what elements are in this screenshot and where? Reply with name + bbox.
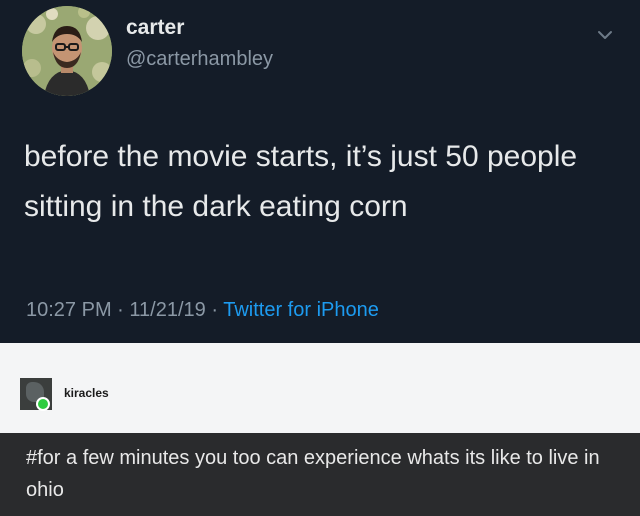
online-status-icon	[36, 397, 50, 411]
reply-username[interactable]: kiracles	[64, 386, 109, 400]
tweet-time[interactable]: 10:27 PM	[26, 299, 112, 321]
tweet-meta: 10:27 PM · 11/21/19 · Twitter for iPhone	[26, 299, 379, 322]
reply-section: kiracles #for a few minutes you too can …	[0, 343, 640, 516]
tweet-date[interactable]: 11/21/19	[129, 299, 205, 321]
meta-separator: ·	[211, 299, 219, 321]
chevron-down-icon[interactable]	[596, 26, 614, 44]
tweet-text: before the movie starts, it’s just 50 pe…	[24, 140, 578, 223]
avatar[interactable]	[22, 6, 112, 96]
tweet-source-link[interactable]: Twitter for iPhone	[223, 299, 379, 321]
display-name[interactable]: carter	[126, 16, 184, 40]
reply-text: #for a few minutes you too can experienc…	[0, 433, 640, 516]
user-handle[interactable]: @carterhambley	[126, 48, 273, 71]
reply-header: kiracles	[0, 343, 640, 433]
meta-separator: ·	[117, 299, 124, 321]
tweet-card: carter @carterhambley before the movie s…	[0, 0, 640, 343]
